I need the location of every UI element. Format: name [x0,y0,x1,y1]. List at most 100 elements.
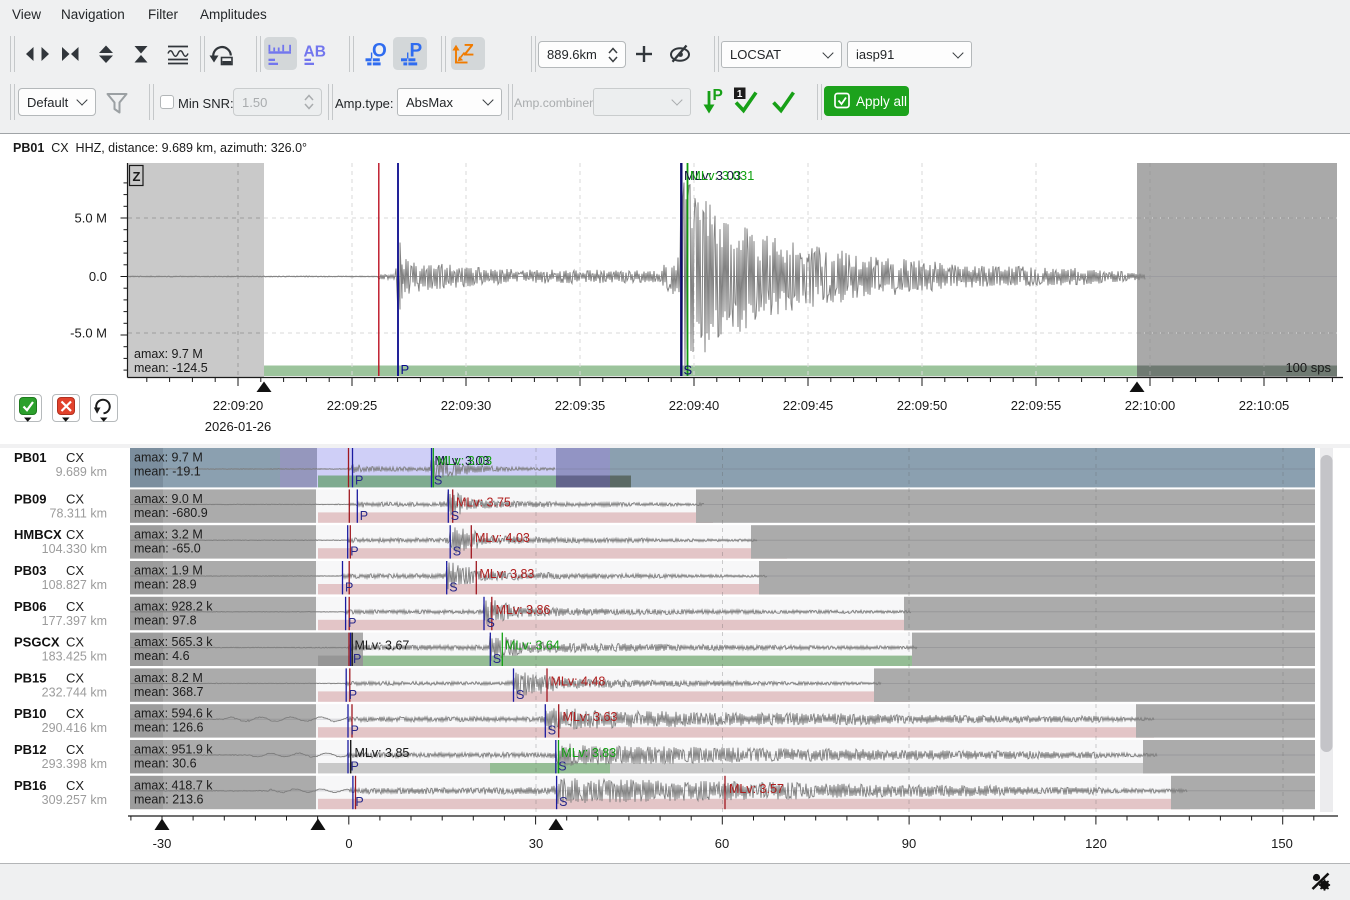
svg-text:P: P [350,545,358,559]
svg-text:22:09:25: 22:09:25 [327,398,378,413]
svg-text:amax: 418.7 k: amax: 418.7 k [134,778,213,792]
svg-text:309.257 km: 309.257 km [42,793,107,807]
svg-text:P: P [348,616,356,630]
svg-text:22:09:50: 22:09:50 [897,398,948,413]
svg-text:S: S [434,473,442,487]
svg-text:mean: -680.9: mean: -680.9 [134,506,208,520]
svg-text:CX: CX [66,742,84,757]
svg-text:183.425 km: 183.425 km [42,650,107,664]
svg-text:HMBCX: HMBCX [14,527,62,542]
svg-text:293.398 km: 293.398 km [42,757,107,771]
svg-text:PB03: PB03 [14,563,47,578]
svg-text:290.416 km: 290.416 km [42,721,107,735]
svg-text:mean: -124.5: mean: -124.5 [134,361,208,375]
svg-text:MLv: 3.57: MLv: 3.57 [729,782,784,796]
svg-text:CX: CX [66,670,84,685]
svg-text:amax: 594.6 k: amax: 594.6 k [134,707,213,721]
svg-text:90: 90 [902,836,916,851]
svg-text:S: S [684,363,693,378]
svg-text:mean: -19.1: mean: -19.1 [134,465,201,479]
svg-text:S: S [559,795,567,809]
svg-text:amax: 1.9 M: amax: 1.9 M [134,564,203,578]
svg-text:PB16: PB16 [14,778,47,793]
svg-text:MLv: 3.67: MLv: 3.67 [355,639,410,653]
svg-text:P: P [351,759,359,773]
svg-text:amax: 3.2 M: amax: 3.2 M [134,528,203,542]
svg-text:150: 150 [1271,836,1293,851]
svg-text:2026-01-26: 2026-01-26 [205,419,272,434]
svg-text:22:09:40: 22:09:40 [669,398,720,413]
svg-text:P: P [401,362,410,377]
svg-text:amax: 8.2 M: amax: 8.2 M [134,671,203,685]
svg-text:120: 120 [1085,836,1107,851]
svg-text:78.311 km: 78.311 km [50,506,107,520]
svg-text:mean: 213.6: mean: 213.6 [134,792,204,806]
svg-text:CX: CX [66,527,84,542]
svg-text:MLv: 3.85: MLv: 3.85 [355,746,410,760]
svg-text:PB01: PB01 [14,450,47,465]
svg-text:MLv: 4.03: MLv: 4.03 [475,531,530,545]
svg-text:MLv: 4.48: MLv: 4.48 [551,674,606,688]
svg-text:mean: 368.7: mean: 368.7 [134,685,204,699]
svg-text:5.0 M: 5.0 M [74,211,107,226]
svg-text:PB09: PB09 [14,491,47,506]
svg-text:PB15: PB15 [14,670,47,685]
svg-text:104.330 km: 104.330 km [42,542,107,556]
svg-text:mean: 30.6: mean: 30.6 [134,757,197,771]
svg-text:P: P [353,652,361,666]
svg-text:MLv: 3.64: MLv: 3.64 [505,639,560,653]
svg-text:amax: 9.7 M: amax: 9.7 M [134,347,203,361]
svg-text:P: P [360,509,368,523]
svg-text:mean: -65.0: mean: -65.0 [134,542,201,556]
svg-text:22:09:30: 22:09:30 [441,398,492,413]
svg-text:PB12: PB12 [14,742,47,757]
svg-text:-30: -30 [153,836,172,851]
svg-text:100 sps: 100 sps [1285,360,1331,375]
svg-text:mean: 126.6: mean: 126.6 [134,721,204,735]
svg-text:amax: 951.9 k: amax: 951.9 k [134,743,213,757]
svg-text:CX: CX [66,491,84,506]
svg-text:22:09:55: 22:09:55 [1011,398,1062,413]
svg-text:30: 30 [529,836,543,851]
svg-text:P: P [345,580,353,594]
svg-text:S: S [449,580,457,594]
svg-text:S: S [451,509,459,523]
svg-text:MLv: 3.031: MLv: 3.031 [690,168,754,183]
svg-text:amax: 9.7 M: amax: 9.7 M [134,451,203,465]
svg-text:MLv: 3.86: MLv: 3.86 [496,603,551,617]
svg-text:amax: 928.2 k: amax: 928.2 k [134,599,213,613]
svg-text:P: P [351,724,359,738]
svg-text:22:09:45: 22:09:45 [783,398,834,413]
svg-text:CX: CX [66,706,84,721]
svg-text:PB06: PB06 [14,599,47,614]
svg-text:CX: CX [66,563,84,578]
svg-text:232.744 km: 232.744 km [42,685,107,699]
svg-text:MLv: 3.83: MLv: 3.83 [480,567,535,581]
svg-text:P: P [355,473,363,487]
svg-text:S: S [487,616,495,630]
svg-text:0.0: 0.0 [89,269,107,284]
svg-text:MLv: 3.75: MLv: 3.75 [456,495,511,509]
svg-text:9.689 km: 9.689 km [56,465,107,479]
svg-text:PSGCX: PSGCX [14,635,60,650]
svg-text:CX: CX [66,450,84,465]
svg-text:mean: 4.6: mean: 4.6 [134,649,190,663]
svg-text:mean: 97.8: mean: 97.8 [134,613,197,627]
svg-text:MLv: 3.03: MLv: 3.03 [437,454,492,468]
svg-text:MLv: 3.63: MLv: 3.63 [563,710,618,724]
svg-text:-5.0 M: -5.0 M [70,326,107,341]
svg-text:amax: 565.3 k: amax: 565.3 k [134,635,213,649]
svg-text:Z: Z [133,169,141,184]
svg-text:22:10:00: 22:10:00 [1125,398,1176,413]
svg-text:S: S [493,652,501,666]
svg-text:22:09:20: 22:09:20 [213,398,264,413]
svg-text:22:10:05: 22:10:05 [1239,398,1290,413]
svg-text:108.827 km: 108.827 km [42,578,107,592]
svg-text:60: 60 [715,836,729,851]
svg-text:177.397 km: 177.397 km [42,614,107,628]
svg-text:CX: CX [66,599,84,614]
svg-text:P: P [349,688,357,702]
svg-text:0: 0 [345,836,352,851]
svg-text:PB10: PB10 [14,706,47,721]
svg-text:S: S [558,759,566,773]
